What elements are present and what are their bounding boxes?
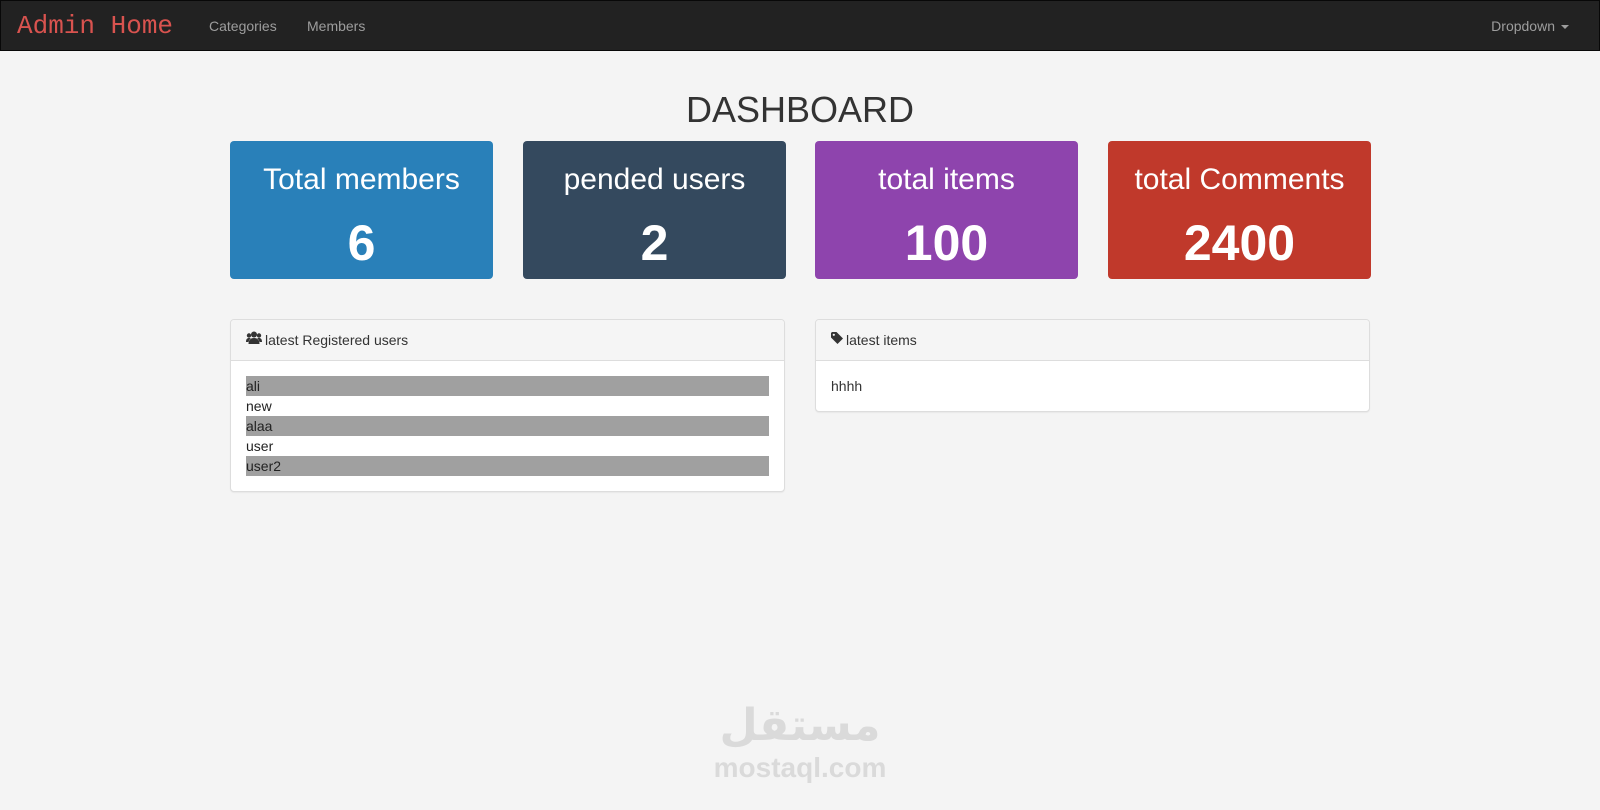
latest-users-panel: latest Registered users ali new alaa use… (230, 319, 785, 492)
panel-body: hhhh (816, 361, 1369, 411)
panel-heading-label: latest Registered users (265, 332, 409, 348)
users-icon (246, 319, 262, 360)
panel-body: ali new alaa user user2 (231, 361, 784, 491)
tag-icon (831, 319, 843, 360)
page-title: DASHBOARD (685, 89, 915, 130)
nav-link-categories[interactable]: Categories (209, 1, 277, 51)
user-list: ali new alaa user user2 (246, 376, 769, 476)
user-list-item: user2 (246, 456, 769, 476)
mostaql-logo: مستقل (720, 700, 881, 750)
stat-card-total-members: Total members 6 (230, 141, 493, 279)
stat-value: 2 (640, 215, 669, 271)
panel-heading-label: latest items (846, 332, 917, 348)
nav-dropdown-toggle[interactable]: Dropdown (1491, 1, 1569, 51)
top-navbar: Admin Home Categories Members Dropdown (0, 0, 1600, 51)
panel-heading: latest Registered users (231, 320, 784, 361)
nav-link-members[interactable]: Members (307, 1, 365, 51)
stat-value: 2400 (1183, 215, 1296, 271)
stat-label: total items (878, 163, 1015, 196)
mostaql-logo-text: مستقل (720, 700, 881, 750)
stat-label: pended users (563, 163, 746, 196)
stat-value: 6 (347, 215, 376, 271)
stat-label: total Comments (1134, 163, 1345, 196)
caret-down-icon (1561, 25, 1569, 30)
stat-card-total-comments: total Comments 2400 (1108, 141, 1371, 279)
panel-heading: latest items (816, 320, 1369, 361)
mostaql-watermark: مستقل mostaql.com (660, 700, 940, 784)
nav-dropdown-label: Dropdown (1491, 18, 1555, 34)
stat-value: 100 (904, 215, 989, 271)
user-list-item: new (246, 398, 272, 414)
user-list-item: alaa (246, 416, 769, 436)
user-list-item: ali (246, 376, 769, 396)
latest-items-panel: latest items hhhh (815, 319, 1370, 412)
user-list-item: user (246, 438, 274, 454)
stat-label: Total members (263, 163, 460, 196)
stat-card-total-items: total items 100 (815, 141, 1078, 279)
watermark-text: mostaql.com (713, 752, 887, 783)
brand-link[interactable]: Admin Home (17, 10, 173, 42)
stat-card-pended-users: pended users 2 (523, 141, 786, 279)
item-list-item: hhhh (831, 378, 863, 394)
